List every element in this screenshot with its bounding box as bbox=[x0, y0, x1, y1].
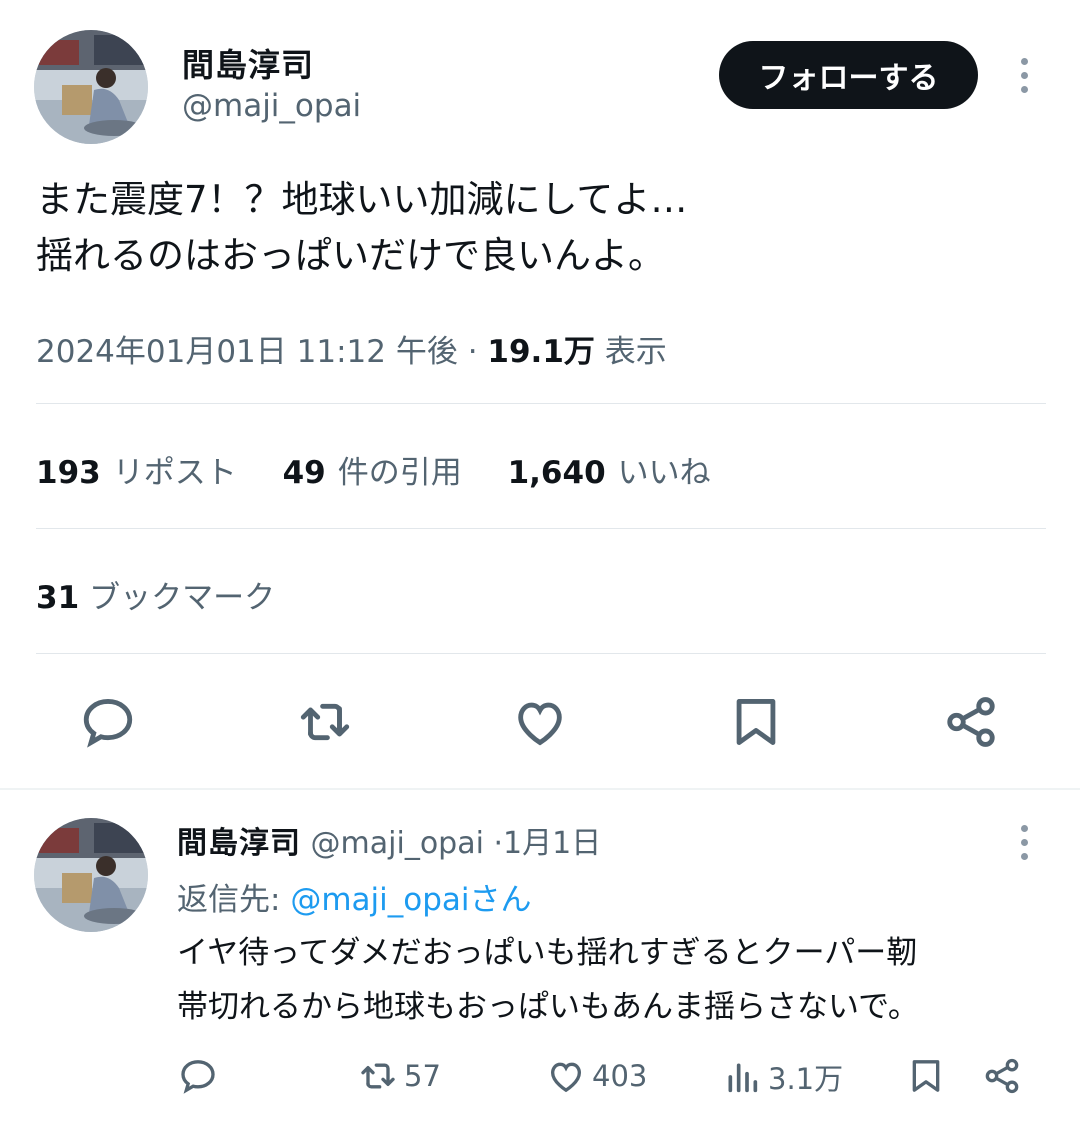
follow-button[interactable]: フォローする bbox=[719, 41, 978, 109]
repost-icon bbox=[361, 1063, 395, 1089]
reply-text-line: 帯切れるから地球もおっぱいもあんま揺らさないで。 bbox=[177, 989, 919, 1025]
reply-author-handle[interactable]: @maji_opai bbox=[311, 826, 484, 861]
reply-more-options-icon[interactable] bbox=[1009, 812, 1039, 872]
reply-repost-button[interactable]: 57 bbox=[358, 1056, 441, 1096]
author-avatar[interactable] bbox=[34, 30, 148, 144]
bookmarks-label: ブックマーク bbox=[89, 580, 276, 616]
reply-to: 返信先: @maji_opaiさん bbox=[177, 874, 532, 919]
divider bbox=[36, 653, 1046, 654]
reply-reply-button[interactable] bbox=[178, 1056, 218, 1096]
reply-views-button[interactable]: 3.1万 bbox=[722, 1056, 843, 1098]
reply-to-mention[interactable]: @maji_opaiさん bbox=[290, 882, 531, 918]
timestamp[interactable]: 2024年01月01日 11:12 午後 bbox=[36, 334, 458, 370]
meta-separator: · bbox=[457, 334, 488, 370]
quotes-label: 件の引用 bbox=[337, 455, 462, 491]
reposts-stat[interactable]: 193 リポスト bbox=[36, 455, 237, 491]
share-icon bbox=[985, 1058, 1019, 1094]
divider bbox=[36, 528, 1046, 529]
reply-date[interactable]: 1月1日 bbox=[503, 826, 601, 861]
likes-stat[interactable]: 1,640 いいね bbox=[508, 455, 711, 491]
like-icon bbox=[550, 1062, 582, 1093]
tweet-text-line: 揺れるのはおっぱいだけで良いんよ。 bbox=[36, 234, 665, 277]
more-options-icon[interactable] bbox=[1009, 45, 1039, 105]
author-handle[interactable]: @maji_opai bbox=[182, 88, 361, 124]
bookmark-icon bbox=[912, 1060, 940, 1092]
views-label: 表示 bbox=[604, 334, 667, 370]
reply-text-line: イヤ待ってダメだおっぱいも揺れすぎるとクーパー靭 bbox=[177, 935, 918, 971]
like-icon[interactable] bbox=[508, 690, 572, 754]
reply-bookmark-button[interactable] bbox=[906, 1056, 946, 1096]
engagement-stats: 193 リポスト 49 件の引用 1,640 いいね bbox=[36, 447, 747, 492]
divider bbox=[36, 403, 1046, 404]
tweet-text: また震度7！？地球いい加減にしてよ… 揺れるのはおっぱいだけで良いんよ。 bbox=[36, 172, 1046, 284]
reply-dot: · bbox=[493, 826, 504, 861]
reply-like-button[interactable]: 403 bbox=[546, 1056, 647, 1096]
quotes-stat[interactable]: 49 件の引用 bbox=[283, 455, 462, 491]
quotes-count: 49 bbox=[282, 455, 326, 491]
reply-icon[interactable] bbox=[76, 690, 140, 754]
avatar-photo bbox=[34, 818, 148, 932]
likes-label: いいね bbox=[617, 455, 711, 491]
reply-text: イヤ待ってダメだおっぱいも揺れすぎるとクーパー靭 帯切れるから地球もおっぱいもあ… bbox=[177, 926, 1037, 1034]
repost-icon[interactable] bbox=[293, 690, 357, 754]
reply-share-button[interactable] bbox=[982, 1056, 1022, 1096]
reply-author-avatar[interactable] bbox=[34, 818, 148, 932]
author-name[interactable]: 間島淳司 bbox=[182, 40, 314, 86]
share-icon[interactable] bbox=[939, 690, 1003, 754]
reply-author-name[interactable]: 間島淳司 bbox=[177, 826, 301, 861]
tweet-text-line: また震度7！？地球いい加減にしてよ… bbox=[36, 178, 688, 221]
reply-like-count: 403 bbox=[592, 1059, 648, 1093]
reposts-count: 193 bbox=[36, 455, 101, 491]
reply-icon bbox=[181, 1060, 215, 1094]
tweet-meta: 2024年01月01日 11:12 午後 · 19.1万 表示 bbox=[36, 326, 667, 371]
bookmark-icon[interactable] bbox=[724, 690, 788, 754]
likes-count: 1,640 bbox=[507, 455, 606, 491]
views-icon bbox=[728, 1063, 758, 1093]
reply-repost-count: 57 bbox=[404, 1059, 441, 1093]
reply-to-prefix: 返信先: bbox=[177, 882, 291, 918]
bookmarks-stat[interactable]: 31 ブックマーク bbox=[36, 572, 275, 617]
avatar-photo bbox=[34, 30, 148, 144]
reply-header: 間島淳司 @maji_opai ·1月1日 bbox=[177, 818, 601, 862]
section-divider bbox=[0, 788, 1080, 790]
views-count: 19.1万 bbox=[487, 334, 595, 370]
reposts-label: リポスト bbox=[112, 455, 237, 491]
bookmarks-count: 31 bbox=[36, 580, 80, 616]
reply-views-count: 3.1万 bbox=[768, 1062, 844, 1096]
